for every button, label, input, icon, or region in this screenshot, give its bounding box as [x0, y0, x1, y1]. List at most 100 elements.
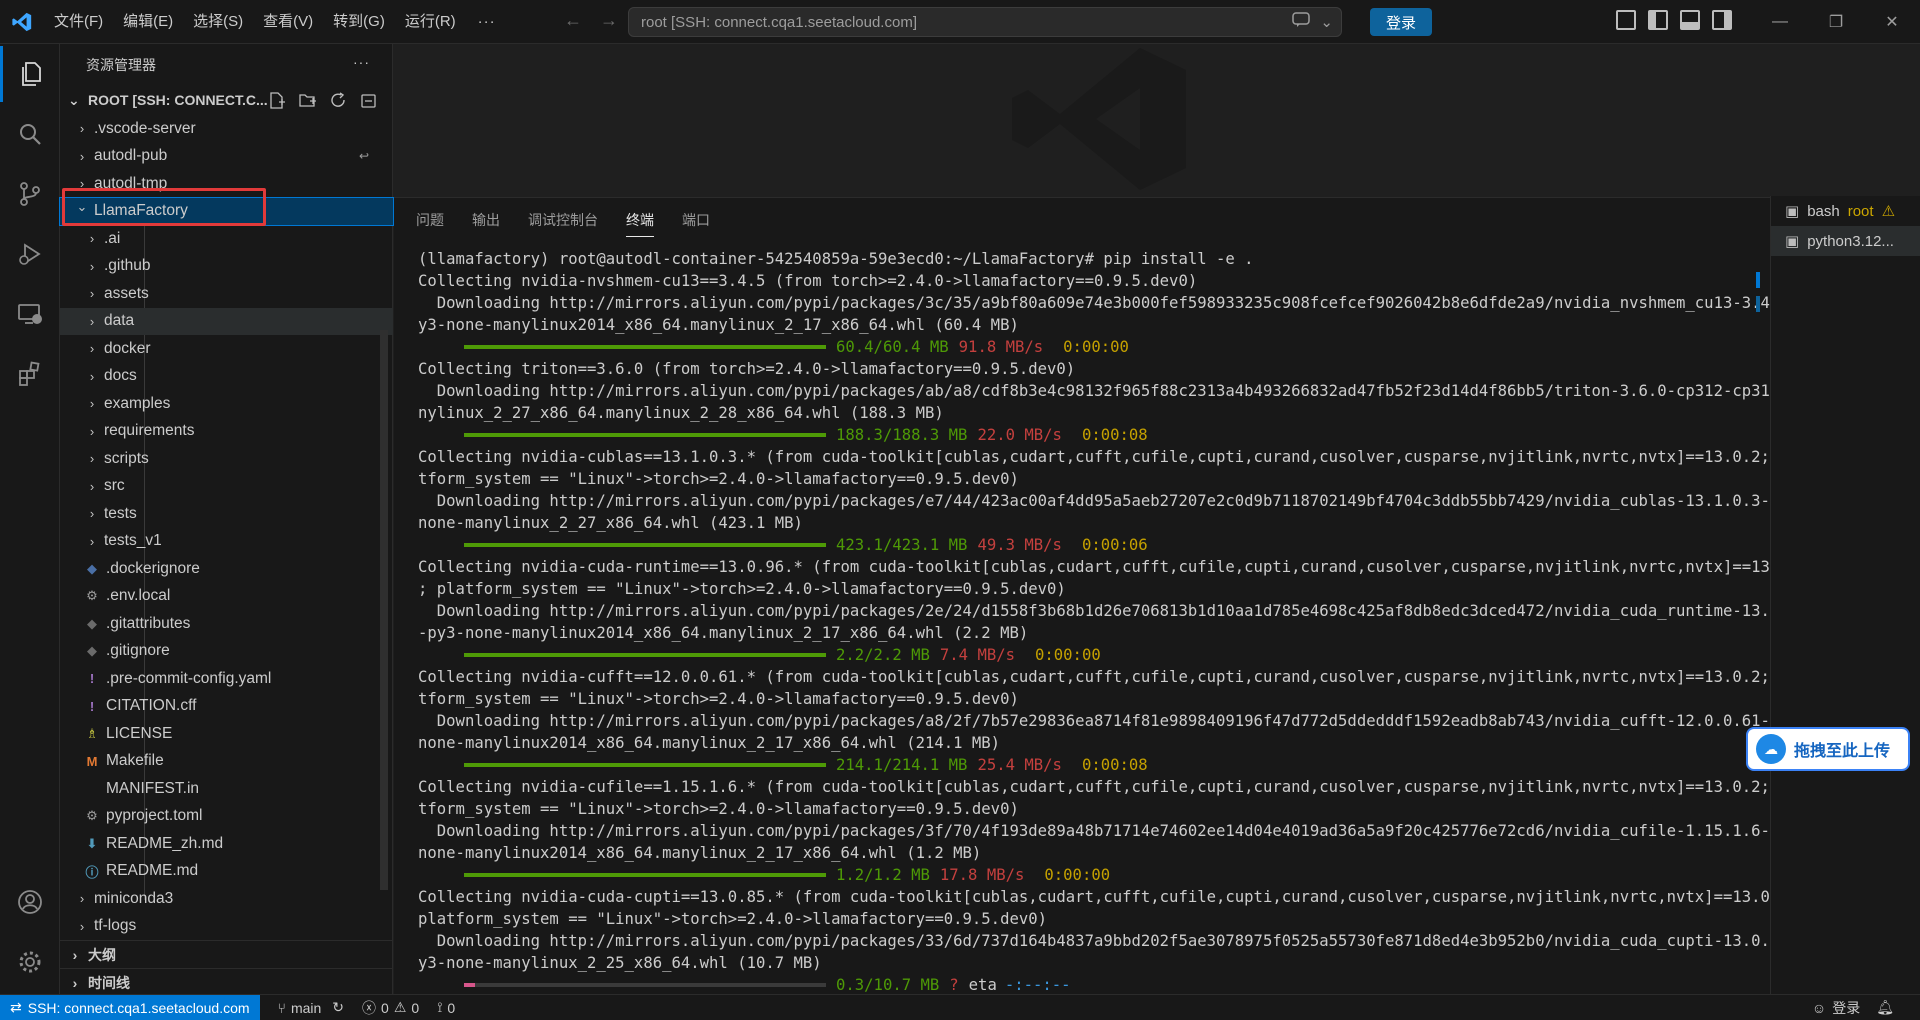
tree-folder[interactable]: › assets [60, 280, 393, 308]
panel-tab[interactable]: 问题 [416, 210, 444, 230]
accounts-icon[interactable] [0, 874, 60, 930]
minimize-icon[interactable]: — [1752, 0, 1808, 44]
tree-file[interactable]: ! CITATION.cff [60, 693, 393, 721]
tree-folder[interactable]: › .vscode-server [60, 115, 393, 143]
menu-item[interactable]: 选择(S) [183, 0, 253, 44]
copilot-chat-icon[interactable] [1292, 12, 1311, 32]
timeline-label: 时间线 [88, 974, 130, 991]
tree-folder[interactable]: › src [60, 473, 393, 501]
tree-folder[interactable]: › docker [60, 335, 393, 363]
outline-label: 大纲 [88, 946, 116, 963]
tree-folder[interactable]: › docs [60, 363, 393, 391]
command-center[interactable]: root [SSH: connect.cqa1.seetacloud.com] … [628, 7, 1342, 37]
new-folder-icon[interactable] [299, 92, 316, 112]
toggle-secondary-sidebar-icon[interactable] [1712, 10, 1732, 30]
menu-item[interactable]: 运行(R) [395, 0, 466, 44]
download-speed: 49.3 MB/s [977, 536, 1062, 554]
customize-layout-icon[interactable] [1616, 10, 1636, 30]
refresh-icon[interactable] [330, 92, 347, 112]
menu-item[interactable]: 查看(V) [253, 0, 323, 44]
progress-bar [464, 345, 826, 349]
download-progress: 2.2/2.2 MB 7.4 MB/s 0:00:00 [418, 644, 1508, 666]
tree-folder[interactable]: › scripts [60, 445, 393, 473]
collapse-all-icon[interactable] [361, 92, 378, 112]
tree-file[interactable]: ◆ .gitattributes [60, 610, 393, 638]
account-label: 登录 [1832, 999, 1861, 1016]
tree-file[interactable]: MANIFEST.in [60, 775, 393, 803]
toggle-panel-icon[interactable] [1680, 10, 1700, 30]
timeline-section[interactable]: › 时间线 [60, 968, 393, 996]
tree-file[interactable]: ⚙ pyproject.toml [60, 803, 393, 831]
close-icon[interactable]: ✕ [1864, 0, 1920, 44]
remote-explorer-icon[interactable] [0, 286, 60, 342]
tree-folder[interactable]: › tests_v1 [60, 528, 393, 556]
outline-section[interactable]: › 大纲 [60, 940, 393, 968]
tree-file[interactable]: ! .pre-commit-config.yaml [60, 665, 393, 693]
download-eta: 0:00:08 [1081, 426, 1148, 444]
tree-file[interactable]: ◆ .dockerignore [60, 555, 393, 583]
sidebar-scrollbar[interactable] [380, 330, 388, 890]
login-button[interactable]: 登录 [1370, 8, 1432, 36]
settings-gear-icon[interactable] [0, 934, 60, 990]
tree-folder[interactable]: › requirements [60, 418, 393, 446]
panel-tab[interactable]: 输出 [472, 210, 500, 230]
back-arrow-icon[interactable]: ← [564, 10, 582, 31]
tree-file[interactable]: ♗ LICENSE [60, 720, 393, 748]
tree-item-label: README.md [106, 862, 199, 880]
status-bar: ⇄ SSH: connect.cqa1.seetacloud.com ⑂ mai… [0, 994, 1920, 1020]
tree-file[interactable]: ◆ .gitignore [60, 638, 393, 666]
toggle-primary-sidebar-icon[interactable] [1648, 10, 1668, 30]
tree-file[interactable]: ⚙ .env.local [60, 583, 393, 611]
new-file-icon[interactable] [268, 92, 285, 112]
workspace-root-row[interactable]: ⌄ ROOT [SSH: CONNECT.C... [60, 86, 392, 114]
forward-arrow-icon[interactable]: → [600, 10, 618, 31]
tree-file[interactable]: ⓘ README.md [60, 858, 393, 886]
extensions-icon[interactable] [0, 346, 60, 402]
tree-folder[interactable]: › data [60, 307, 393, 335]
terminal-instance[interactable]: ▣ python3.12... [1771, 226, 1920, 256]
tree-folder[interactable]: › .ai [60, 225, 393, 253]
git-branch-label: main [290, 999, 322, 1016]
chevron-down-icon[interactable]: ⌄ [1320, 13, 1333, 31]
chevron-right-icon: › [89, 313, 95, 329]
activity-bar [0, 44, 60, 994]
source-control-icon[interactable] [0, 166, 60, 222]
tree-folder[interactable]: › tf-logs [60, 913, 393, 941]
menu-item[interactable]: 文件(F) [44, 0, 113, 44]
tree-folder[interactable]: › tests [60, 500, 393, 528]
restore-icon[interactable]: ❐ [1808, 0, 1864, 44]
panel-tab[interactable]: 端口 [682, 210, 710, 230]
ports-indicator[interactable]: ⟟ 0 [437, 999, 455, 1016]
problems-indicator[interactable]: ⓧ 0 ⚠ 0 [362, 998, 419, 1018]
tree-folder[interactable]: › autodl-pub ↩ [60, 143, 393, 171]
terminal-line: none-manylinux_2_27_x86_64.whl (423.1 MB… [418, 514, 803, 532]
panel-tab[interactable]: 调试控制台 [528, 210, 598, 230]
tree-folder[interactable]: › examples [60, 390, 393, 418]
tree-file[interactable]: M Makefile [60, 748, 393, 776]
download-eta: 0:00:08 [1081, 756, 1148, 774]
error-count: 0 [381, 999, 389, 1016]
tree-file[interactable]: ⬇ README_zh.md [60, 830, 393, 858]
menu-more-icon[interactable]: ··· [466, 0, 508, 44]
terminal-instance[interactable]: ▣ bash root ⚠ [1771, 196, 1920, 226]
account-status[interactable]: ☺ 登录 🔔︎ [1812, 998, 1894, 1018]
tree-item-label: autodl-pub [94, 147, 168, 165]
upload-drop-button[interactable]: ☁ 拖拽至此上传 [1746, 727, 1910, 771]
panel-tab[interactable]: 终端 [626, 210, 654, 237]
terminal-output[interactable]: (llamafactory) root@autodl-container-542… [418, 248, 1807, 996]
download-size: 60.4/60.4 MB [836, 338, 949, 356]
search-icon[interactable] [0, 106, 60, 162]
run-debug-icon[interactable] [0, 226, 60, 282]
remote-indicator[interactable]: ⇄ SSH: connect.cqa1.seetacloud.com [0, 994, 260, 1020]
explorer-more-icon[interactable]: ··· [353, 54, 370, 70]
menu-item[interactable]: 转到(G) [323, 0, 395, 44]
tree-folder[interactable]: › miniconda3 [60, 885, 393, 913]
explorer-icon[interactable] [0, 46, 60, 102]
progress-bar [464, 433, 826, 437]
sync-icon[interactable]: ↻ [332, 999, 344, 1016]
tree-folder[interactable]: › .github [60, 253, 393, 281]
git-branch[interactable]: ⑂ main ↻ [278, 999, 345, 1016]
chevron-right-icon: › [89, 258, 95, 274]
menu-item[interactable]: 编辑(E) [113, 0, 183, 44]
notifications-bell-icon[interactable]: 🔔︎ [1876, 999, 1894, 1016]
